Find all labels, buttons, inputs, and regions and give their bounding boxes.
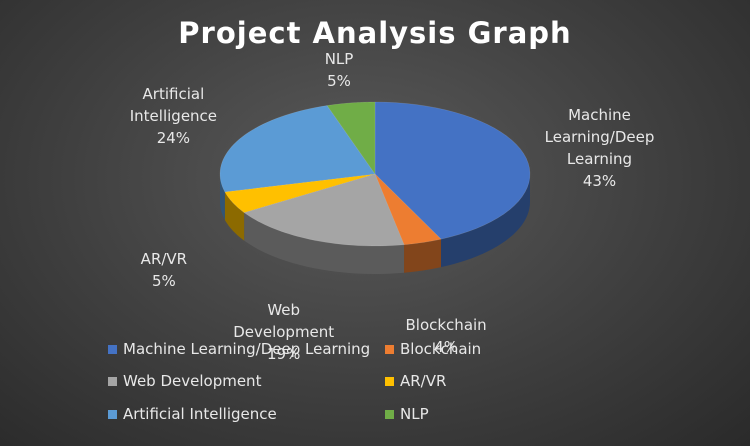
- data-label-value: 24%: [156, 129, 191, 148]
- data-label-value: 5%: [327, 72, 351, 90]
- data-label-text: Learning: [566, 149, 633, 168]
- data-label-text: Machine: [568, 105, 631, 124]
- legend-item-blockchain: Blockchain: [385, 340, 481, 358]
- legend-item-web-development: Web Development: [108, 372, 261, 390]
- chart-area: Project Analysis Graph Machine Learning/D…: [0, 0, 750, 446]
- data-label-machine-learning-deep-learning: Machine Learning/Deep Learning 43%: [545, 104, 655, 192]
- legend-label: Blockchain: [400, 340, 482, 358]
- legend-label: AR/VR: [400, 372, 447, 390]
- data-label-value: 5%: [151, 271, 176, 290]
- data-label-text: Blockchain: [405, 316, 487, 335]
- legend-label: NLP: [400, 405, 429, 423]
- data-label-text: AR/VR: [140, 249, 188, 268]
- legend-item-ar-vr: AR/VR: [385, 372, 446, 390]
- legend-label: Machine Learning/Deep Learning: [123, 340, 371, 358]
- data-label-nlp: NLP 5%: [325, 48, 354, 92]
- legend-item-artificial-intelligence: Artificial Intelligence: [108, 405, 277, 423]
- data-label-ar-vr: AR/VR 5%: [141, 248, 187, 292]
- legend-swatch: [385, 409, 394, 419]
- data-label-text: Intelligence: [129, 107, 218, 126]
- data-label-text: Artificial: [142, 85, 205, 104]
- legend-label: Artificial Intelligence: [123, 405, 277, 423]
- legend-item-nlp: NLP: [385, 405, 429, 423]
- data-label-text: NLP: [324, 50, 354, 68]
- data-label-artificial-intelligence: Artificial Intelligence 24%: [130, 83, 217, 149]
- data-label-value: 43%: [582, 171, 617, 190]
- legend-swatch: [108, 344, 117, 354]
- legend-swatch: [108, 376, 117, 386]
- legend-swatch: [108, 409, 117, 419]
- legend-label: Web Development: [123, 372, 262, 390]
- legend-swatch: [385, 376, 394, 386]
- data-label-text: Learning/Deep: [544, 127, 655, 146]
- legend-item-machine-learning-deep-learning: Machine Learning/Deep Learning: [108, 340, 370, 358]
- data-label-text: Web: [267, 301, 301, 320]
- legend-swatch: [385, 344, 394, 354]
